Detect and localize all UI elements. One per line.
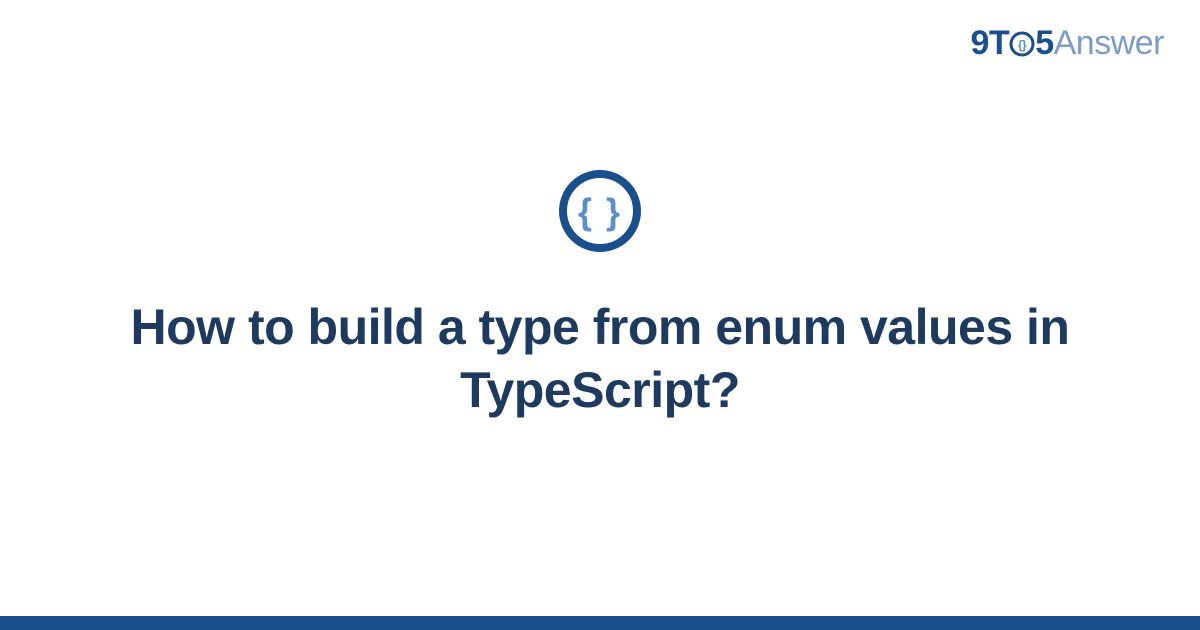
question-title: How to build a type from enum values in … (120, 296, 1080, 421)
bottom-accent-bar (0, 616, 1200, 630)
main-content: { } How to build a type from enum values… (0, 0, 1200, 630)
svg-text:{ }: { } (578, 191, 622, 232)
code-braces-icon: { } (558, 169, 642, 258)
